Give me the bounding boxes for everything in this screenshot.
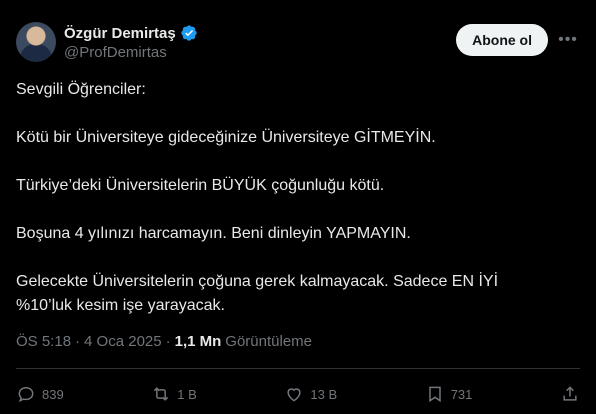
handle[interactable]: @ProfDemirtas <box>64 44 198 61</box>
share-button[interactable] <box>560 384 580 404</box>
bookmark-icon <box>428 386 441 403</box>
bookmark-button[interactable]: 731 <box>425 384 473 404</box>
verified-badge-icon <box>181 25 197 41</box>
like-icon <box>287 388 301 402</box>
tweet-text: Sevgili Öğrenciler: Kötü bir Üniversitey… <box>16 78 576 318</box>
timestamp-date[interactable]: 4 Oca 2025 <box>84 333 162 350</box>
reply-button[interactable]: 839 <box>16 384 64 404</box>
timestamp-time[interactable]: ÖS 5:18 <box>16 333 71 350</box>
meta-separator: · <box>75 333 81 350</box>
display-name[interactable]: Özgür Demirtaş <box>64 25 176 42</box>
action-bar: 839 1 B 13 B 731 <box>16 380 580 408</box>
tweet-header: Özgür Demirtaş @ProfDemirtas Abone ol ••… <box>16 20 580 64</box>
share-icon <box>563 386 577 401</box>
tweet-paragraph: Boşuna 4 yılınızı harcamayın. Beni dinle… <box>16 225 411 242</box>
reply-count: 839 <box>42 386 64 402</box>
reply-icon <box>18 386 34 403</box>
like-count: 13 B <box>310 386 338 402</box>
repost-icon <box>154 387 169 401</box>
divider <box>16 368 580 369</box>
like-button[interactable]: 13 B <box>284 384 337 404</box>
repost-count: 1 B <box>177 386 197 402</box>
author-block: Özgür Demirtaş @ProfDemirtas <box>64 24 198 61</box>
tweet-paragraph: Gelecekte Üniversitelerin çoğuna gerek k… <box>16 273 499 314</box>
tweet-paragraph: Sevgili Öğrenciler: <box>16 81 146 98</box>
tweet-meta: ÖS 5:18 · 4 Oca 2025 · 1,1 Mn Görüntülem… <box>16 333 312 350</box>
views-label: Görüntüleme <box>225 333 313 350</box>
name-row: Özgür Demirtaş <box>64 24 198 42</box>
repost-button[interactable]: 1 B <box>151 384 197 404</box>
tweet-paragraph: Türkiye’deki Üniversitelerin BÜYÜK çoğun… <box>16 177 385 194</box>
views-count[interactable]: 1,1 Mn <box>175 333 222 350</box>
avatar[interactable] <box>16 22 56 62</box>
more-icon[interactable]: ••• <box>556 28 580 52</box>
tweet-paragraph: Kötü bir Üniversiteye gideceğinize Ünive… <box>16 129 436 146</box>
follow-button[interactable]: Abone ol <box>456 24 548 56</box>
meta-separator: · <box>165 333 171 350</box>
bookmark-count: 731 <box>450 386 473 402</box>
